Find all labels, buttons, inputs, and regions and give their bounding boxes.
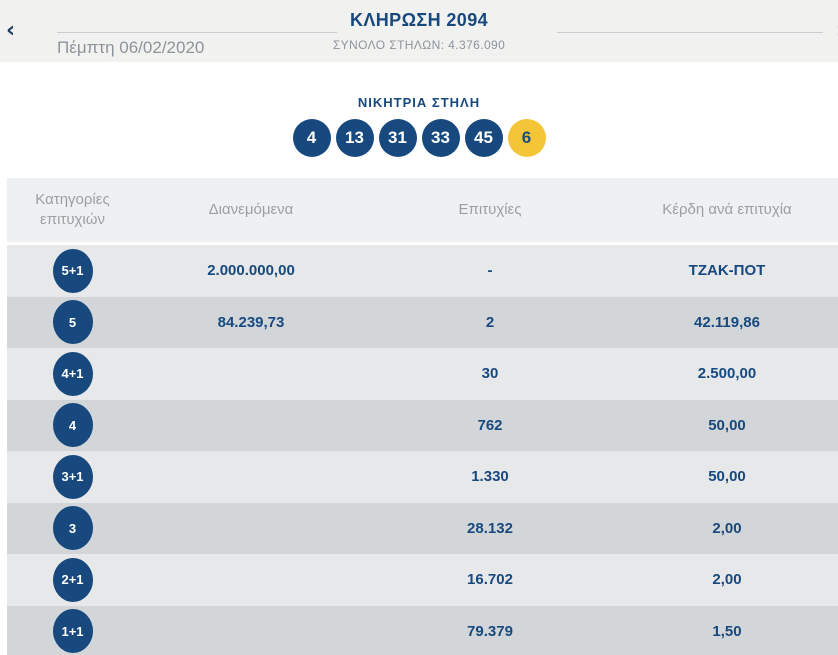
winners-value: 30 [481, 365, 499, 383]
draw-title: ΚΛΗΡΩΣΗ 2094 [349, 10, 489, 30]
category-badge: 5 [52, 300, 93, 345]
lottery-ball: 45 [464, 119, 503, 157]
column-header-winners: Επιτυχίες [458, 201, 522, 218]
winners-value: - [487, 262, 493, 280]
prize-value: 2,00 [712, 519, 742, 537]
winners-value: 1.330 [471, 468, 509, 486]
draw-navigation-bar: ‹ Πέμπτη 06/02/2020 ΚΛΗΡΩΣΗ 2094 ΣΥΝΟΛΟ … [0, 0, 838, 62]
table-row: 3+1 1.330 50,00 [7, 451, 838, 503]
draw-title-block: ΚΛΗΡΩΣΗ 2094 ΣΥΝΟΛΟ ΣΤΗΛΩΝ: 4.376.090 [0, 0, 838, 52]
column-header-categories: Κατηγορίες επιτυχιών [35, 191, 110, 228]
winning-column-section: ΝΙΚΗΤΡΙΑ ΣΤΗΛΗ 4 13 31 33 45 6 [0, 95, 838, 157]
prize-value: ΤΖΑΚ-ΠΟΤ [688, 262, 766, 280]
table-row: 2+1 16.702 2,00 [7, 554, 838, 606]
winning-numbers: 4 13 31 33 45 6 [0, 119, 838, 157]
results-table-body: 5+1 2.000.000,00 - ΤΖΑΚ-ΠΟΤ 5 84.239,73 … [7, 245, 838, 655]
column-header-distributed: Διανεμόμενα [208, 201, 294, 218]
distributed-value: 84.239,73 [217, 313, 285, 331]
table-row: 3 28.132 2,00 [7, 502, 838, 554]
right-divider [557, 32, 823, 33]
table-row: 1+1 79.379 1,50 [7, 605, 838, 655]
table-row: 4 762 50,00 [7, 399, 838, 451]
table-row: 5+1 2.000.000,00 - ΤΖΑΚ-ΠΟΤ [7, 245, 838, 297]
results-table: Κατηγορίες επιτυχιών Διανεμόμενα Επιτυχί… [0, 178, 838, 655]
category-badge: 1+1 [52, 609, 93, 654]
winning-column-label: ΝΙΚΗΤΡΙΑ ΣΤΗΛΗ [357, 95, 481, 110]
joker-ball: 6 [507, 119, 546, 157]
prize-value: 1,50 [712, 622, 742, 640]
lottery-ball: 31 [378, 119, 417, 157]
prize-value: 2.500,00 [697, 365, 757, 383]
category-badge: 4+1 [52, 351, 93, 396]
results-table-header: Κατηγορίες επιτυχιών Διανεμόμενα Επιτυχί… [7, 178, 838, 242]
prize-value: 2,00 [712, 571, 742, 589]
table-row: 5 84.239,73 2 42.119,86 [7, 296, 838, 348]
total-columns-label: ΣΥΝΟΛΟ ΣΤΗΛΩΝ: 4.376.090 [332, 38, 506, 52]
prize-value: 50,00 [708, 416, 746, 434]
lottery-ball: 13 [335, 119, 374, 157]
prize-value: 42.119,86 [694, 313, 760, 331]
table-row: 4+1 30 2.500,00 [7, 348, 838, 400]
winners-value: 79.379 [467, 622, 513, 640]
winners-value: 28.132 [467, 519, 513, 537]
category-badge: 4 [52, 403, 93, 448]
category-badge: 2+1 [52, 557, 93, 602]
category-badge: 3 [52, 506, 93, 551]
winners-value: 2 [485, 313, 495, 331]
category-badge: 3+1 [52, 454, 93, 499]
category-badge: 5+1 [52, 248, 93, 293]
lottery-ball: 33 [421, 119, 460, 157]
prize-value: 50,00 [708, 468, 746, 486]
distributed-value: 2.000.000,00 [207, 262, 295, 280]
winners-value: 762 [477, 416, 503, 434]
draw-results-page: ‹ Πέμπτη 06/02/2020 ΚΛΗΡΩΣΗ 2094 ΣΥΝΟΛΟ … [0, 0, 838, 655]
lottery-ball: 4 [292, 119, 331, 157]
winners-value: 16.702 [467, 571, 513, 589]
column-header-prize: Κέρδη ανά επιτυχία [662, 201, 792, 218]
